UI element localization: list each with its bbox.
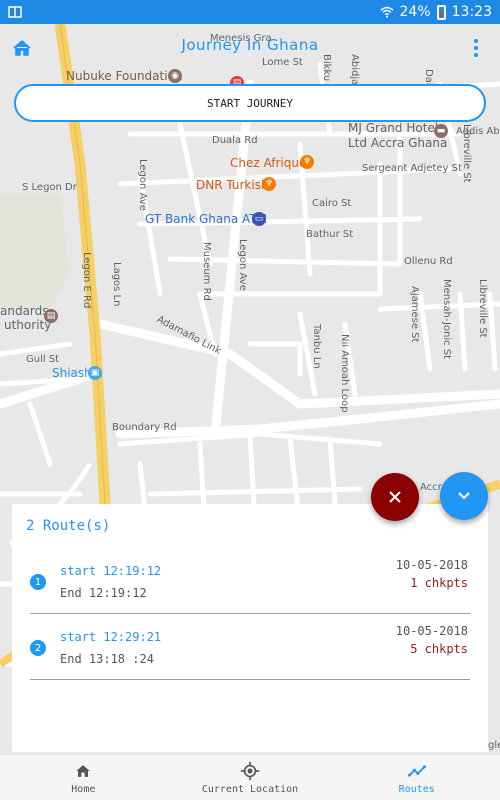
map-label-bathur: Bathur St — [306, 229, 354, 240]
route-checkpoints: 5 chkpts — [410, 642, 468, 656]
chevron-down-icon — [458, 492, 470, 500]
map-label-tanbu: Tanbu Ln — [311, 324, 322, 369]
close-icon — [389, 491, 401, 503]
museum-marker-icon[interactable]: ◉ — [168, 69, 182, 83]
route-start-time: start 12:19:12 — [60, 564, 162, 578]
status-bar: 24% 13:23 — [0, 0, 500, 24]
map-label-lagos: Lagos Ln — [111, 262, 122, 307]
nav-item-routes[interactable]: Routes — [333, 755, 500, 800]
nav-label-routes: Routes — [398, 783, 435, 795]
map-label-authority: uthority — [4, 318, 52, 332]
more-vert-icon[interactable] — [466, 36, 486, 60]
bottom-navigation: Home Current Location Routes — [0, 754, 500, 800]
map-label-cairo: Cairo St — [312, 198, 352, 209]
office-marker-icon[interactable]: ▤ — [44, 309, 58, 323]
map-label-gtbank: GT Bank Ghana ATM — [145, 212, 267, 226]
map-label-ollenu: Ollenu Rd — [404, 256, 453, 267]
map-label-amoah: Nii Amoah Loop — [339, 334, 350, 413]
nav-item-current-location[interactable]: Current Location — [167, 755, 334, 800]
app-notification-icon — [8, 6, 22, 18]
status-right: 24% 13:23 — [379, 4, 492, 20]
map-label-ajamese: Ajamese St — [409, 286, 420, 343]
transit-stop-icon[interactable]: ▣ — [88, 366, 102, 380]
expand-fab-button[interactable] — [440, 472, 488, 520]
map-label-lome: Lome St — [262, 57, 303, 68]
map-label-nubuke: Nubuke Foundation — [66, 69, 183, 83]
clock: 13:23 — [451, 4, 492, 20]
hotel-marker-icon[interactable]: ▬ — [434, 124, 448, 138]
map-label-libreville: Libreville St — [477, 279, 488, 338]
map-label-dnr: DNR Turkish — [196, 178, 269, 192]
atm-marker-icon[interactable]: ▭ — [252, 212, 266, 226]
route-number-badge: 1 — [30, 574, 46, 590]
google-attribution: gle — [488, 740, 500, 751]
map-label-standards: andards — [0, 304, 49, 318]
routes-panel: 2 Route(s) 1 start 12:19:12 End 12:19:12… — [12, 504, 488, 752]
home-icon — [76, 764, 90, 777]
nav-label-home: Home — [71, 783, 96, 795]
map-label-duala: Duala Rd — [212, 135, 258, 146]
map-label-gull: Gull St — [26, 354, 60, 365]
start-journey-button[interactable]: START JOURNEY — [14, 84, 486, 122]
wifi-icon — [379, 6, 394, 18]
route-end-time: End 12:19:12 — [60, 586, 147, 600]
map-label-legon-e: Legon E Rd — [81, 252, 92, 309]
divider — [30, 679, 470, 680]
routes-count-title: 2 Route(s) — [26, 518, 111, 534]
close-fab-button[interactable] — [371, 473, 419, 521]
map-label-legon-ave2: Legon Ave — [237, 239, 248, 291]
map-label-museum: Museum Rd — [201, 242, 212, 301]
restaurant-marker-icon[interactable]: ♆ — [300, 155, 314, 169]
nav-label-current-location: Current Location — [201, 783, 299, 795]
gps-icon — [240, 761, 260, 780]
map-label-mjgrand2: Ltd Accra Ghana — [348, 136, 448, 150]
restaurant-marker-icon[interactable]: ♆ — [262, 177, 276, 191]
nav-item-home[interactable]: Home — [0, 755, 167, 800]
map-label-legon-ave: Legon Ave — [137, 159, 148, 211]
route-checkpoints: 1 chkpts — [410, 576, 468, 590]
map-label-mensah: Mensah-Jonic St — [441, 279, 452, 360]
page-title: Journey In Ghana — [181, 36, 319, 54]
map-label-boundary: Boundary Rd — [112, 422, 177, 433]
home-icon[interactable] — [10, 36, 34, 60]
map-label-libreville-top: Libreville St — [461, 124, 472, 183]
battery-icon — [436, 4, 446, 20]
map-label-slegon: S Legon Dr — [22, 182, 77, 193]
map-label-sergeant: Sergeant Adjetey St — [362, 163, 462, 174]
route-end-time: End 13:18 :24 — [60, 652, 154, 666]
map-label-chez: Chez Afrique — [230, 156, 307, 170]
route-list-item[interactable]: 2 start 12:29:21 End 13:18 :24 10-05-201… — [12, 614, 488, 680]
route-date: 10-05-2018 — [395, 558, 468, 572]
route-list-item[interactable]: 1 start 12:19:12 End 12:19:12 10-05-2018… — [12, 548, 488, 614]
timeline-icon — [407, 764, 426, 777]
route-number-badge: 2 — [30, 640, 46, 656]
route-date: 10-05-2018 — [395, 624, 468, 638]
map-label-mjgrand: MJ Grand Hotel — [348, 121, 439, 135]
route-start-time: start 12:29:21 — [60, 630, 162, 644]
battery-percent: 24% — [399, 4, 431, 20]
